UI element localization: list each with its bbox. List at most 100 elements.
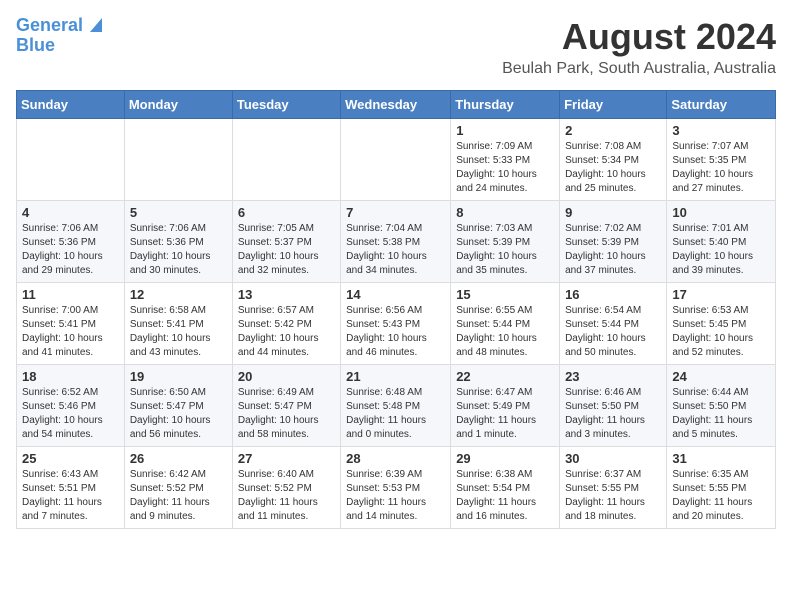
calendar-cell: 13Sunrise: 6:57 AM Sunset: 5:42 PM Dayli… [232,283,340,365]
day-info: Sunrise: 6:53 AM Sunset: 5:45 PM Dayligh… [672,304,770,360]
day-info: Sunrise: 6:38 AM Sunset: 5:54 PM Dayligh… [456,468,554,524]
day-number: 12 [130,287,227,302]
month-title: August 2024 [502,16,776,58]
calendar-cell: 16 Sunrise: 6:54 AM Sunset: 5:44 PM Dayli… [560,283,667,365]
calendar-week-row: 25 Sunrise: 6:43 AM Sunset: 5:51 PM Dayli… [17,447,776,529]
day-number: 20 [238,369,335,384]
logo-text: General [16,16,83,36]
calendar-cell [341,119,451,201]
day-number: 25 [22,451,119,466]
weekday-header-wednesday: Wednesday [341,91,451,119]
weekday-header-tuesday: Tuesday [232,91,340,119]
logo-subtext: Blue [16,36,106,56]
day-number: 18 [22,369,119,384]
calendar-cell: 31 Sunrise: 6:35 AM Sunset: 5:55 PM Dayli… [667,447,776,529]
weekday-header-monday: Monday [124,91,232,119]
weekday-header-sunday: Sunday [17,91,125,119]
day-info: Sunrise: 6:56 AM Sunset: 5:43 PM Dayligh… [346,304,445,360]
day-info: Sunrise: 6:43 AM Sunset: 5:51 PM Dayligh… [22,468,119,524]
weekday-header-friday: Friday [560,91,667,119]
day-info: Sunrise: 7:00 AM Sunset: 5:41 PM Dayligh… [22,304,119,360]
day-number: 3 [672,123,770,138]
day-number: 4 [22,205,119,220]
day-number: 30 [565,451,661,466]
day-number: 5 [130,205,227,220]
calendar-cell: 9 Sunrise: 7:02 AM Sunset: 5:39 PM Daylig… [560,201,667,283]
calendar-cell: 7 Sunrise: 7:04 AM Sunset: 5:38 PM Daylig… [341,201,451,283]
day-number: 26 [130,451,227,466]
calendar-cell: 24Sunrise: 6:44 AM Sunset: 5:50 PM Dayli… [667,365,776,447]
calendar-cell: 18Sunrise: 6:52 AM Sunset: 5:46 PM Dayli… [17,365,125,447]
day-info: Sunrise: 6:48 AM Sunset: 5:48 PM Dayligh… [346,386,445,442]
day-number: 31 [672,451,770,466]
calendar-week-row: 4 Sunrise: 7:06 AM Sunset: 5:36 PM Daylig… [17,201,776,283]
day-info: Sunrise: 6:44 AM Sunset: 5:50 PM Dayligh… [672,386,770,442]
calendar-cell: 11Sunrise: 7:00 AM Sunset: 5:41 PM Dayli… [17,283,125,365]
day-info: Sunrise: 7:02 AM Sunset: 5:39 PM Dayligh… [565,222,661,278]
calendar-cell: 12 Sunrise: 6:58 AM Sunset: 5:41 PM Dayli… [124,283,232,365]
calendar-cell: 28 Sunrise: 6:39 AM Sunset: 5:53 PM Dayli… [341,447,451,529]
day-info: Sunrise: 7:06 AM Sunset: 5:36 PM Dayligh… [22,222,119,278]
day-number: 9 [565,205,661,220]
calendar-cell: 27Sunrise: 6:40 AM Sunset: 5:52 PM Dayli… [232,447,340,529]
day-number: 19 [130,369,227,384]
calendar-cell: 23 Sunrise: 6:46 AM Sunset: 5:50 PM Dayli… [560,365,667,447]
day-info: Sunrise: 6:46 AM Sunset: 5:50 PM Dayligh… [565,386,661,442]
calendar-cell: 20 Sunrise: 6:49 AM Sunset: 5:47 PM Dayli… [232,365,340,447]
calendar-cell: 10Sunrise: 7:01 AM Sunset: 5:40 PM Dayli… [667,201,776,283]
day-info: Sunrise: 6:58 AM Sunset: 5:41 PM Dayligh… [130,304,227,360]
day-info: Sunrise: 6:39 AM Sunset: 5:53 PM Dayligh… [346,468,445,524]
day-info: Sunrise: 7:08 AM Sunset: 5:34 PM Dayligh… [565,140,661,196]
calendar-cell: 19 Sunrise: 6:50 AM Sunset: 5:47 PM Dayli… [124,365,232,447]
weekday-header-thursday: Thursday [451,91,560,119]
day-number: 15 [456,287,554,302]
calendar-cell: 3 Sunrise: 7:07 AM Sunset: 5:35 PM Daylig… [667,119,776,201]
calendar-cell: 22Sunrise: 6:47 AM Sunset: 5:49 PM Dayli… [451,365,560,447]
day-info: Sunrise: 7:06 AM Sunset: 5:36 PM Dayligh… [130,222,227,278]
calendar-cell: 8 Sunrise: 7:03 AM Sunset: 5:39 PM Daylig… [451,201,560,283]
calendar-week-row: 18Sunrise: 6:52 AM Sunset: 5:46 PM Dayli… [17,365,776,447]
day-number: 29 [456,451,554,466]
calendar-cell: 5 Sunrise: 7:06 AM Sunset: 5:36 PM Daylig… [124,201,232,283]
day-info: Sunrise: 7:04 AM Sunset: 5:38 PM Dayligh… [346,222,445,278]
day-number: 8 [456,205,554,220]
calendar-cell [232,119,340,201]
day-info: Sunrise: 6:40 AM Sunset: 5:52 PM Dayligh… [238,468,335,524]
day-number: 23 [565,369,661,384]
day-number: 14 [346,287,445,302]
day-number: 21 [346,369,445,384]
day-number: 17 [672,287,770,302]
page-header: General Blue August 2024 Beulah Park, So… [16,16,776,78]
day-info: Sunrise: 6:49 AM Sunset: 5:47 PM Dayligh… [238,386,335,442]
day-number: 16 [565,287,661,302]
calendar-cell: 29 Sunrise: 6:38 AM Sunset: 5:54 PM Dayli… [451,447,560,529]
calendar-header-row: SundayMondayTuesdayWednesdayThursdayFrid… [17,91,776,119]
title-block: August 2024 Beulah Park, South Australia… [502,16,776,78]
calendar-cell: 4 Sunrise: 7:06 AM Sunset: 5:36 PM Daylig… [17,201,125,283]
day-info: Sunrise: 7:01 AM Sunset: 5:40 PM Dayligh… [672,222,770,278]
calendar-cell: 1 Sunrise: 7:09 AM Sunset: 5:33 PM Daylig… [451,119,560,201]
day-number: 28 [346,451,445,466]
calendar-cell: 25 Sunrise: 6:43 AM Sunset: 5:51 PM Dayli… [17,447,125,529]
day-number: 6 [238,205,335,220]
logo: General Blue [16,16,106,56]
day-number: 7 [346,205,445,220]
day-info: Sunrise: 6:42 AM Sunset: 5:52 PM Dayligh… [130,468,227,524]
logo-icon [84,14,106,36]
calendar-cell: 6Sunrise: 7:05 AM Sunset: 5:37 PM Daylig… [232,201,340,283]
calendar-cell [124,119,232,201]
day-info: Sunrise: 6:50 AM Sunset: 5:47 PM Dayligh… [130,386,227,442]
calendar-cell: 26 Sunrise: 6:42 AM Sunset: 5:52 PM Dayli… [124,447,232,529]
day-info: Sunrise: 7:03 AM Sunset: 5:39 PM Dayligh… [456,222,554,278]
day-info: Sunrise: 6:55 AM Sunset: 5:44 PM Dayligh… [456,304,554,360]
day-info: Sunrise: 7:09 AM Sunset: 5:33 PM Dayligh… [456,140,554,196]
day-info: Sunrise: 7:07 AM Sunset: 5:35 PM Dayligh… [672,140,770,196]
day-number: 2 [565,123,661,138]
day-info: Sunrise: 6:35 AM Sunset: 5:55 PM Dayligh… [672,468,770,524]
calendar-cell: 17 Sunrise: 6:53 AM Sunset: 5:45 PM Dayli… [667,283,776,365]
day-number: 1 [456,123,554,138]
calendar-week-row: 1 Sunrise: 7:09 AM Sunset: 5:33 PM Daylig… [17,119,776,201]
calendar-cell: 21 Sunrise: 6:48 AM Sunset: 5:48 PM Dayli… [341,365,451,447]
day-info: Sunrise: 6:57 AM Sunset: 5:42 PM Dayligh… [238,304,335,360]
day-info: Sunrise: 6:54 AM Sunset: 5:44 PM Dayligh… [565,304,661,360]
